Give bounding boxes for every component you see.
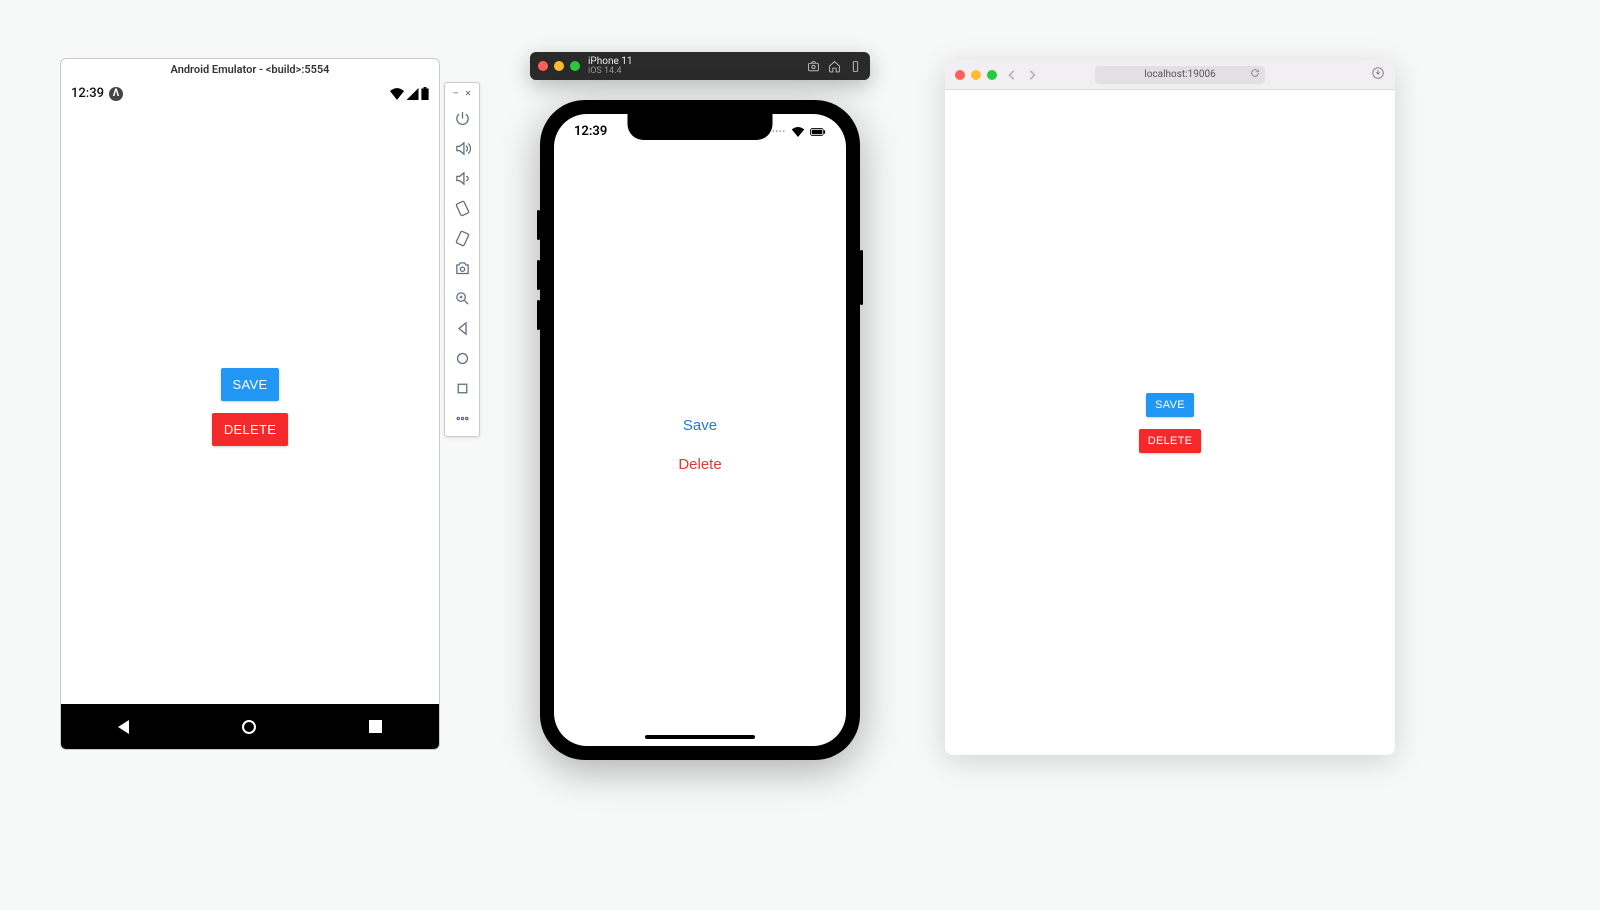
rotate-left-icon[interactable] [449, 195, 475, 221]
minimize-window-icon[interactable] [971, 70, 981, 80]
zoom-icon[interactable] [449, 285, 475, 311]
ios-titlebar[interactable]: iPhone 11 iOS 14.4 [530, 52, 870, 80]
expo-icon: Λ [109, 87, 123, 101]
signal-dots-icon: •••• [772, 128, 786, 136]
back-button-icon[interactable] [449, 315, 475, 341]
delete-button[interactable]: DELETE [212, 413, 288, 446]
camera-icon[interactable] [449, 255, 475, 281]
close-icon[interactable]: ✕ [465, 89, 472, 98]
android-app-content: SAVE DELETE [61, 110, 439, 704]
notch [628, 114, 773, 140]
save-button[interactable]: SAVE [1146, 393, 1194, 417]
close-window-icon[interactable] [955, 70, 965, 80]
downloads-icon[interactable] [1371, 66, 1385, 80]
android-statusbar: 12:39 Λ [61, 80, 439, 101]
ios-time: 12:39 [574, 124, 607, 139]
back-icon[interactable] [118, 720, 129, 734]
safari-window: localhost:19006 SAVE DELETE [945, 60, 1395, 755]
home-icon[interactable] [828, 60, 841, 73]
close-window-icon[interactable] [538, 61, 548, 71]
emulator-toolbar: — ✕ [444, 82, 480, 437]
maximize-window-icon[interactable] [987, 70, 997, 80]
ios-device-name: iPhone 11 [588, 56, 633, 67]
iphone-frame: 12:39 •••• Save Delete [540, 100, 860, 760]
iphone-screen: 12:39 •••• Save Delete [554, 114, 846, 746]
android-device: 12:39 Λ SAVE DELETE [60, 80, 440, 750]
maximize-window-icon[interactable] [570, 61, 580, 71]
overview-button-icon[interactable] [449, 375, 475, 401]
window-traffic-lights[interactable] [955, 70, 997, 80]
ios-app-content: Save Delete [554, 144, 846, 746]
android-time: 12:39 [71, 86, 104, 101]
delete-button[interactable]: DELETE [1139, 429, 1202, 453]
battery-icon [421, 87, 429, 100]
delete-button[interactable]: Delete [672, 455, 727, 474]
wifi-icon [790, 127, 806, 137]
window-traffic-lights[interactable] [538, 61, 580, 71]
home-button-icon[interactable] [449, 345, 475, 371]
ios-simulator: iPhone 11 iOS 14.4 12:39 •••• Save Delet… [530, 52, 870, 760]
save-button[interactable]: Save [677, 416, 723, 435]
forward-icon[interactable] [1027, 70, 1037, 80]
minimize-window-icon[interactable] [554, 61, 564, 71]
reload-icon[interactable] [1250, 68, 1260, 81]
battery-icon [810, 127, 826, 137]
wifi-icon [390, 88, 404, 100]
url-bar[interactable]: localhost:19006 [1095, 66, 1265, 84]
signal-icon [406, 88, 419, 100]
web-app-content: SAVE DELETE [945, 90, 1395, 755]
android-navbar [61, 704, 439, 749]
power-icon[interactable] [449, 105, 475, 131]
safari-toolbar: localhost:19006 [945, 60, 1395, 90]
rotate-icon[interactable] [849, 60, 862, 73]
recents-icon[interactable] [369, 720, 382, 733]
ios-title: iPhone 11 iOS 14.4 [588, 56, 633, 77]
volume-down-icon[interactable] [449, 165, 475, 191]
android-emulator: Android Emulator - <build>:5554 12:39 Λ … [60, 58, 440, 750]
url-text: localhost:19006 [1144, 69, 1215, 80]
home-indicator[interactable] [645, 735, 755, 739]
android-title: Android Emulator - <build>:5554 [60, 58, 440, 80]
volume-up-icon[interactable] [449, 135, 475, 161]
screenshot-icon[interactable] [807, 60, 820, 73]
minimize-icon[interactable]: — [453, 89, 459, 98]
more-icon[interactable] [449, 405, 475, 431]
back-icon[interactable] [1007, 70, 1017, 80]
home-icon[interactable] [242, 720, 256, 734]
ios-os-version: iOS 14.4 [588, 67, 633, 77]
rotate-right-icon[interactable] [449, 225, 475, 251]
save-button[interactable]: SAVE [221, 368, 280, 401]
